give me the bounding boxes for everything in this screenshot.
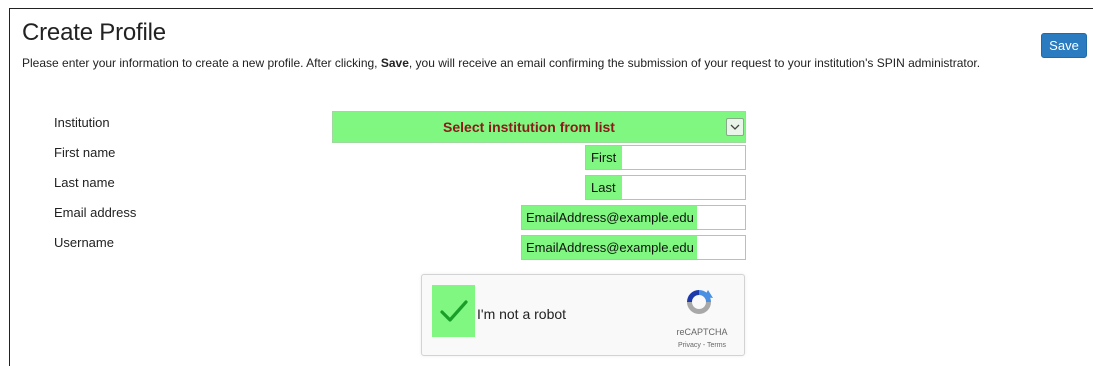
username-field[interactable]: EmailAddress@example.edu xyxy=(521,235,746,260)
email-label: Email address xyxy=(54,205,137,220)
institution-label: Institution xyxy=(54,115,110,130)
recaptcha-logo-icon xyxy=(687,290,713,314)
privacy-link[interactable]: Privacy xyxy=(678,342,701,349)
email-field[interactable]: EmailAddress@example.edu xyxy=(521,205,746,230)
checkmark-icon xyxy=(439,300,468,322)
last-name-label: Last name xyxy=(54,175,115,190)
email-value: EmailAddress@example.edu xyxy=(522,206,697,229)
institution-select-value: Select institution from list xyxy=(443,119,615,135)
intro-text-end: , you will receive an email confirming t… xyxy=(408,56,981,70)
terms-link[interactable]: Terms xyxy=(707,342,726,349)
page-title: Create Profile xyxy=(22,19,166,46)
username-value: EmailAddress@example.edu xyxy=(522,236,697,259)
first-name-label: First name xyxy=(54,145,116,160)
first-name-field[interactable]: First xyxy=(585,145,746,170)
chevron-down-icon[interactable] xyxy=(726,118,744,136)
recaptcha-label: I'm not a robot xyxy=(477,306,567,322)
intro-text-save: Save xyxy=(380,56,409,70)
recaptcha-links: Privacy - Terms xyxy=(662,342,742,349)
first-name-value: First xyxy=(586,146,623,169)
recaptcha-widget: I'm not a robot reCAPTCHA Privacy - Term… xyxy=(421,274,745,356)
institution-select[interactable]: Select institution from list xyxy=(332,111,746,143)
last-name-field[interactable]: Last xyxy=(585,175,746,200)
username-label: Username xyxy=(54,235,114,250)
save-button[interactable]: Save xyxy=(1041,33,1087,58)
last-name-value: Last xyxy=(586,176,622,199)
recaptcha-checkbox[interactable] xyxy=(432,285,475,337)
recaptcha-brand: reCAPTCHA xyxy=(676,327,728,337)
intro-text: Please enter your information to create … xyxy=(22,54,1022,73)
intro-text-start: Please enter your information to create … xyxy=(22,56,381,70)
